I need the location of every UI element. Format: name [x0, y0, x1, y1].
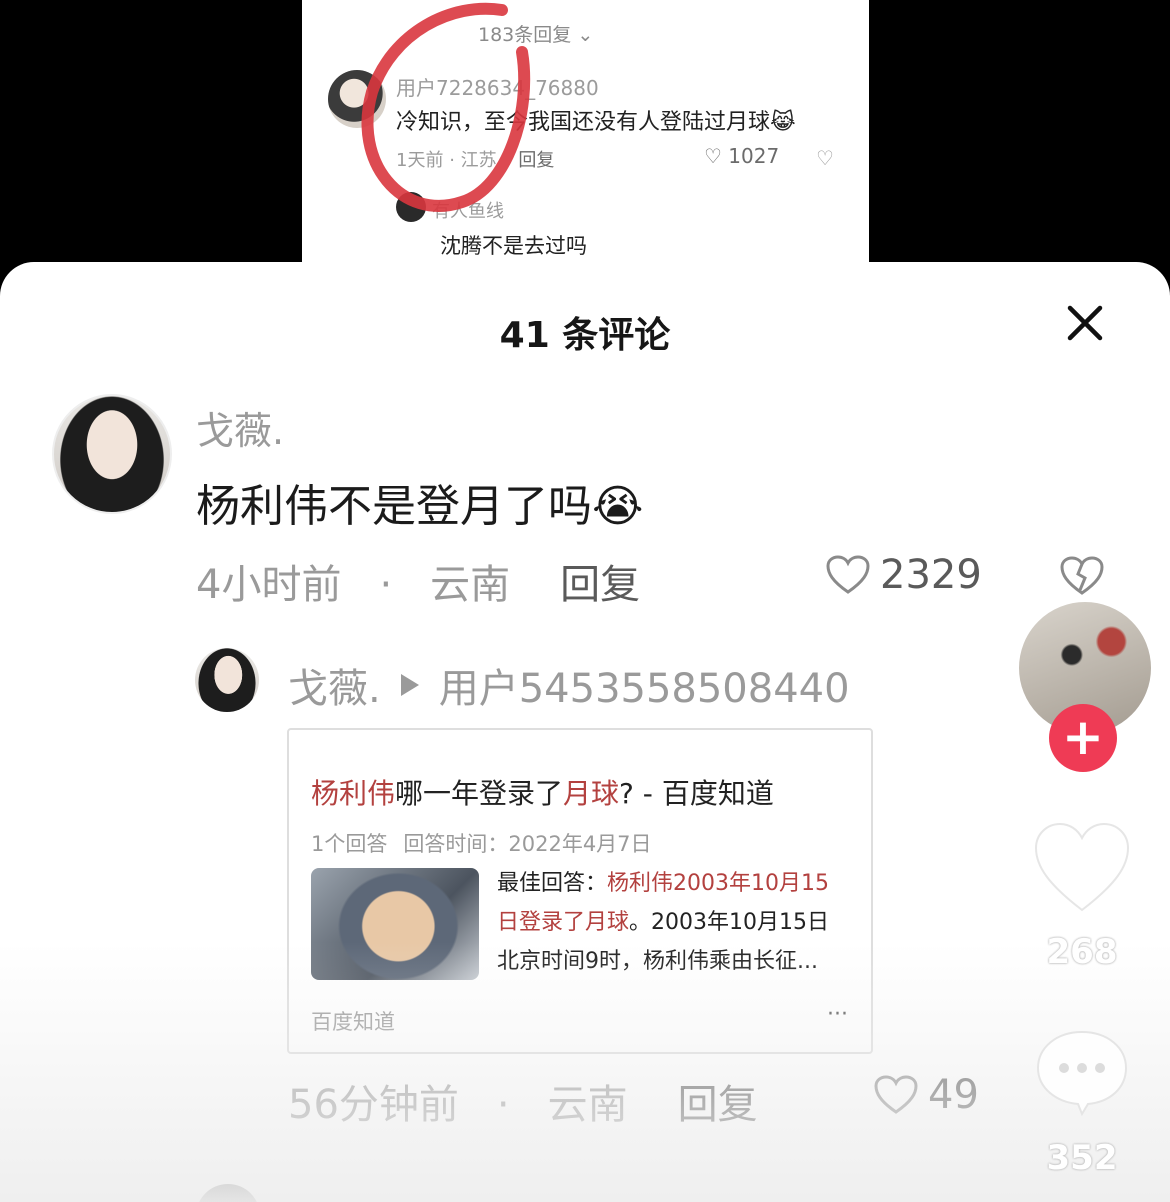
- card-meta: 1个回答 回答时间：2022年4月7日: [311, 832, 652, 856]
- reply-avatar[interactable]: [195, 648, 259, 712]
- close-icon[interactable]: [1062, 300, 1108, 346]
- card-thumbnail: [311, 868, 479, 980]
- sub-reply-text: 沈腾不是去过吗: [440, 234, 587, 258]
- avatar[interactable]: [52, 394, 172, 514]
- embedded-screenshot: 183条回复 ⌄ 用户7228634_76880 冷知识，至今我国还没有人登陆过…: [302, 0, 869, 262]
- reply-like-button[interactable]: 49: [874, 1072, 979, 1118]
- heart-icon: [826, 555, 870, 594]
- reply-location: 云南: [547, 1082, 628, 1128]
- like-count: ♡ 1027: [704, 144, 780, 168]
- heart-icon[interactable]: [1034, 822, 1130, 914]
- comment-location: 云南: [430, 562, 511, 608]
- reply-like-count: 49: [928, 1072, 979, 1118]
- next-comment-avatar[interactable]: [196, 1184, 260, 1202]
- comment-sheet: 41 条评论 戈薇. 杨利伟不是登月了吗😭 4小时前 · 云南 回复 2329 戈薇.…: [0, 262, 1170, 1202]
- reply-target-username[interactable]: 用户5453558508440: [439, 656, 850, 714]
- reply-username[interactable]: 戈薇.: [288, 656, 381, 714]
- like-button[interactable]: 2329: [826, 552, 982, 598]
- play-arrow-icon: [400, 674, 419, 696]
- comment-meta: 4小时前 · 云南 回复: [196, 562, 641, 608]
- comment-time: 4小时前: [196, 562, 342, 608]
- follow-button[interactable]: +: [1049, 704, 1117, 772]
- comment-bubble-icon[interactable]: [1034, 1028, 1130, 1116]
- like-count: 2329: [880, 552, 982, 598]
- comment-username[interactable]: 戈薇.: [196, 400, 284, 455]
- reply-button[interactable]: 回复: [560, 562, 640, 608]
- broken-heart-icon[interactable]: [1060, 556, 1104, 596]
- heart-icon: [874, 1075, 918, 1114]
- video-comment-count: 352: [1046, 1138, 1118, 1178]
- card-title: 杨利伟哪一年登录了月球? - 百度知道: [311, 777, 774, 810]
- chevron-down-icon: ⌄: [577, 24, 594, 46]
- broken-heart-icon: ♡: [816, 146, 834, 170]
- reply-meta: 56分钟前 · 云南 回复: [288, 1082, 758, 1128]
- heart-icon: ♡: [704, 144, 722, 168]
- reply-button[interactable]: 回复: [678, 1082, 758, 1128]
- reply-header: 戈薇. 用户5453558508440: [288, 656, 850, 714]
- card-source: 百度知道: [311, 1010, 395, 1034]
- comment-text: 杨利伟不是登月了吗😭: [196, 481, 644, 532]
- more-icon[interactable]: ···: [827, 1002, 848, 1027]
- link-card[interactable]: 杨利伟哪一年登录了月球? - 百度知道 1个回答 回答时间：2022年4月7日 最…: [287, 728, 873, 1054]
- video-like-count: 268: [1046, 932, 1118, 972]
- reply-time: 56分钟前: [288, 1082, 459, 1128]
- card-description: 最佳回答：杨利伟2003年10月15日登录了月球。2003年10月15日北京时间…: [497, 871, 829, 974]
- sheet-title: 41 条评论: [499, 315, 671, 356]
- red-circle-annotation: [361, 2, 531, 212]
